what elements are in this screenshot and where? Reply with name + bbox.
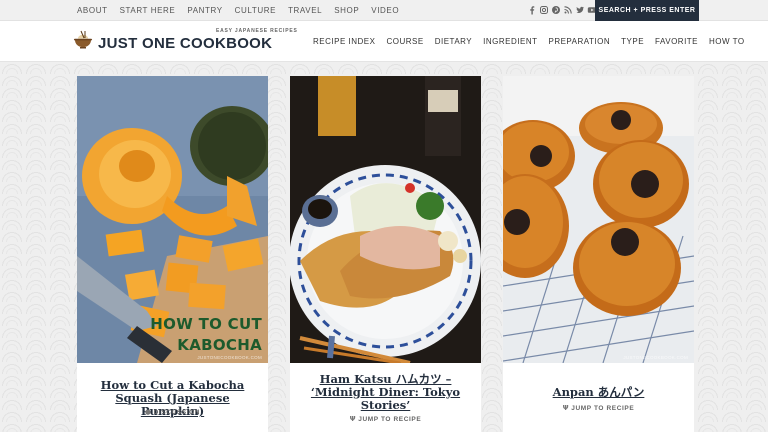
main-nav-how-to[interactable]: HOW TO <box>709 37 745 46</box>
chat-bubbles-icon: ● <box>144 408 152 416</box>
nav-link-about[interactable]: ABOUT <box>77 6 108 15</box>
jump-to-recipe-link[interactable]: ψ JUMP TO RECIPE <box>290 415 481 423</box>
nav-link-pantry[interactable]: PANTRY <box>187 6 222 15</box>
nav-link-start-here[interactable]: START HERE <box>120 6 176 15</box>
site-logo[interactable]: EASY JAPANESE RECIPES JUST ONE COOKBOOK <box>72 27 297 52</box>
recipe-title[interactable]: Anpan あんパン <box>509 386 688 399</box>
main-nav-preparation[interactable]: PREPARATION <box>548 37 610 46</box>
nav-link-travel[interactable]: TRAVEL <box>288 6 322 15</box>
main-nav-type[interactable]: TYPE <box>621 37 644 46</box>
logo-site-name: JUST ONE COOKBOOK <box>98 35 273 52</box>
meta-label: JUMP TO RECIPE <box>571 405 635 412</box>
main-nav-recipe-index[interactable]: RECIPE INDEX <box>313 37 375 46</box>
image-overlay-line2: KABOCHA <box>177 336 262 354</box>
image-watermark: JUSTONECOOKBOOK.COM <box>623 355 688 360</box>
meta-label: DISCUSSION <box>153 409 201 416</box>
main-nav-dietary[interactable]: DIETARY <box>435 37 472 46</box>
bowl-icon <box>72 29 94 51</box>
nav-link-shop[interactable]: SHOP <box>334 6 359 15</box>
twitter-icon[interactable] <box>575 5 585 15</box>
main-nav-ingredient[interactable]: INGREDIENT <box>483 37 537 46</box>
pinterest-icon[interactable] <box>551 5 561 15</box>
recipe-image-kabocha[interactable]: HOW TO CUT KABOCHA JUSTONECOOKBOOK.COM <box>77 76 268 363</box>
top-utility-bar: ABOUT START HERE PANTRY CULTURE TRAVEL S… <box>0 0 768 21</box>
utility-nav: ABOUT START HERE PANTRY CULTURE TRAVEL S… <box>77 0 399 21</box>
jump-to-recipe-link[interactable]: ψ JUMP TO RECIPE <box>503 404 694 412</box>
fork-knife-icon: ψ <box>562 404 570 412</box>
image-overlay-line1: HOW TO CUT <box>150 315 262 333</box>
main-nav-course[interactable]: COURSE <box>386 37 423 46</box>
nav-link-video[interactable]: VIDEO <box>371 6 399 15</box>
recipe-card[interactable]: HOW TO CUT KABOCHA JUSTONECOOKBOOK.COM H… <box>77 76 268 432</box>
discussion-link[interactable]: ● DISCUSSION <box>77 408 268 416</box>
logo-text: EASY JAPANESE RECIPES JUST ONE COOKBOOK <box>98 27 297 52</box>
meta-label: JUMP TO RECIPE <box>358 416 422 423</box>
instagram-icon[interactable] <box>539 5 549 15</box>
rss-icon[interactable] <box>563 5 573 15</box>
recipe-image-ham-katsu[interactable] <box>290 76 481 363</box>
main-nav: RECIPE INDEX COURSE DIETARY INGREDIENT P… <box>313 21 745 62</box>
recipe-image-anpan[interactable]: JUSTONECOOKBOOK.COM <box>503 76 694 363</box>
recipe-title[interactable]: Ham Katsu ハムカツ – ‘Midnight Diner: Tokyo … <box>296 373 475 412</box>
recipe-card[interactable]: JUSTONECOOKBOOK.COM Anpan あんパン ψ JUMP TO … <box>503 76 694 432</box>
logo-tagline: EASY JAPANESE RECIPES <box>216 28 298 34</box>
site-header: EASY JAPANESE RECIPES JUST ONE COOKBOOK … <box>0 21 768 62</box>
search-button[interactable]: SEARCH + PRESS ENTER <box>595 0 699 21</box>
image-watermark: JUSTONECOOKBOOK.COM <box>197 355 262 360</box>
recipe-card[interactable]: Ham Katsu ハムカツ – ‘Midnight Diner: Tokyo … <box>290 76 481 432</box>
fork-knife-icon: ψ <box>349 415 357 423</box>
facebook-icon[interactable] <box>527 5 537 15</box>
social-links <box>527 5 597 15</box>
nav-link-culture[interactable]: CULTURE <box>235 6 276 15</box>
main-nav-favorite[interactable]: FAVORITE <box>655 37 698 46</box>
